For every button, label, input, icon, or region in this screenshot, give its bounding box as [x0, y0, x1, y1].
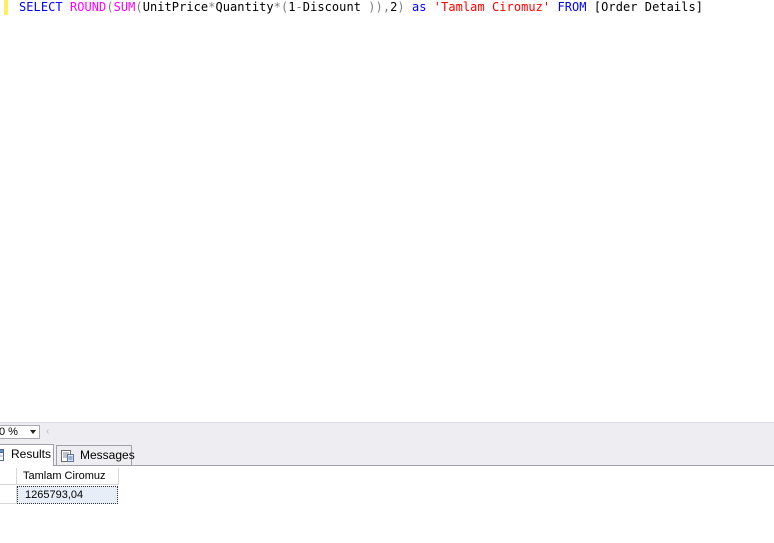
- sql-token-fn: SUM: [113, 0, 136, 14]
- sql-token-plain: [405, 0, 412, 14]
- sql-token-op: -: [295, 0, 303, 14]
- sql-token-plain: [587, 0, 594, 14]
- tab-messages[interactable]: Messages: [56, 445, 135, 465]
- result-tabs: Results Messages: [0, 442, 774, 466]
- grid-header-row: Tamlam Ciromuz: [0, 468, 120, 485]
- grid-corner-cell[interactable]: [0, 468, 17, 485]
- chevron-left-icon[interactable]: ‹: [46, 426, 49, 438]
- tab-results-label: Results: [11, 447, 52, 461]
- result-cell[interactable]: 1265793,04: [17, 486, 118, 504]
- sql-token-plain: [427, 0, 434, 14]
- sql-token-op: )),: [368, 0, 391, 14]
- sql-token-op: (: [135, 0, 143, 14]
- sql-token-op: *(: [273, 0, 289, 14]
- sql-token-kw: FROM: [557, 0, 587, 14]
- chevron-down-icon[interactable]: [30, 430, 36, 434]
- sql-token-str: 'Tamlam Ciromuz': [433, 0, 551, 14]
- code-line-1[interactable]: SELECT ROUND(SUM(UnitPrice*Quantity*(1-D…: [19, 0, 703, 15]
- sql-token-plain: [Order Details]: [593, 0, 703, 14]
- sql-token-kw: SELECT: [19, 0, 63, 14]
- results-grid[interactable]: Tamlam Ciromuz 1265793,04: [0, 466, 774, 543]
- results-grid-icon: [0, 449, 4, 461]
- editor-status-strip: 0 % ‹: [0, 422, 774, 442]
- query-editor[interactable]: SELECT ROUND(SUM(UnitPrice*Quantity*(1-D…: [0, 0, 774, 422]
- column-header-tamlam-ciromuz[interactable]: Tamlam Ciromuz: [17, 468, 119, 485]
- tab-results[interactable]: Results: [0, 444, 54, 466]
- tab-messages-label: Messages: [80, 448, 135, 462]
- table-row: 1265793,04: [0, 486, 120, 504]
- zoom-value: 0 %: [0, 426, 18, 438]
- row-header[interactable]: [0, 486, 17, 504]
- sql-token-plain: 1: [288, 0, 296, 14]
- sql-token-plain: UnitPrice: [142, 0, 209, 14]
- zoom-dropdown[interactable]: 0 %: [0, 425, 40, 439]
- sql-token-plain: [63, 0, 70, 14]
- sql-token-op: ): [397, 0, 405, 14]
- sql-token-kw: as: [411, 0, 427, 14]
- sql-token-plain: Quantity: [215, 0, 274, 14]
- sql-token-op: (: [106, 0, 114, 14]
- sql-token-plain: Discount: [302, 0, 369, 14]
- ssms-query-window: SELECT ROUND(SUM(UnitPrice*Quantity*(1-D…: [0, 0, 774, 543]
- line-change-marker: [4, 0, 8, 15]
- sql-token-fn: ROUND: [69, 0, 107, 14]
- messages-icon: [61, 450, 74, 462]
